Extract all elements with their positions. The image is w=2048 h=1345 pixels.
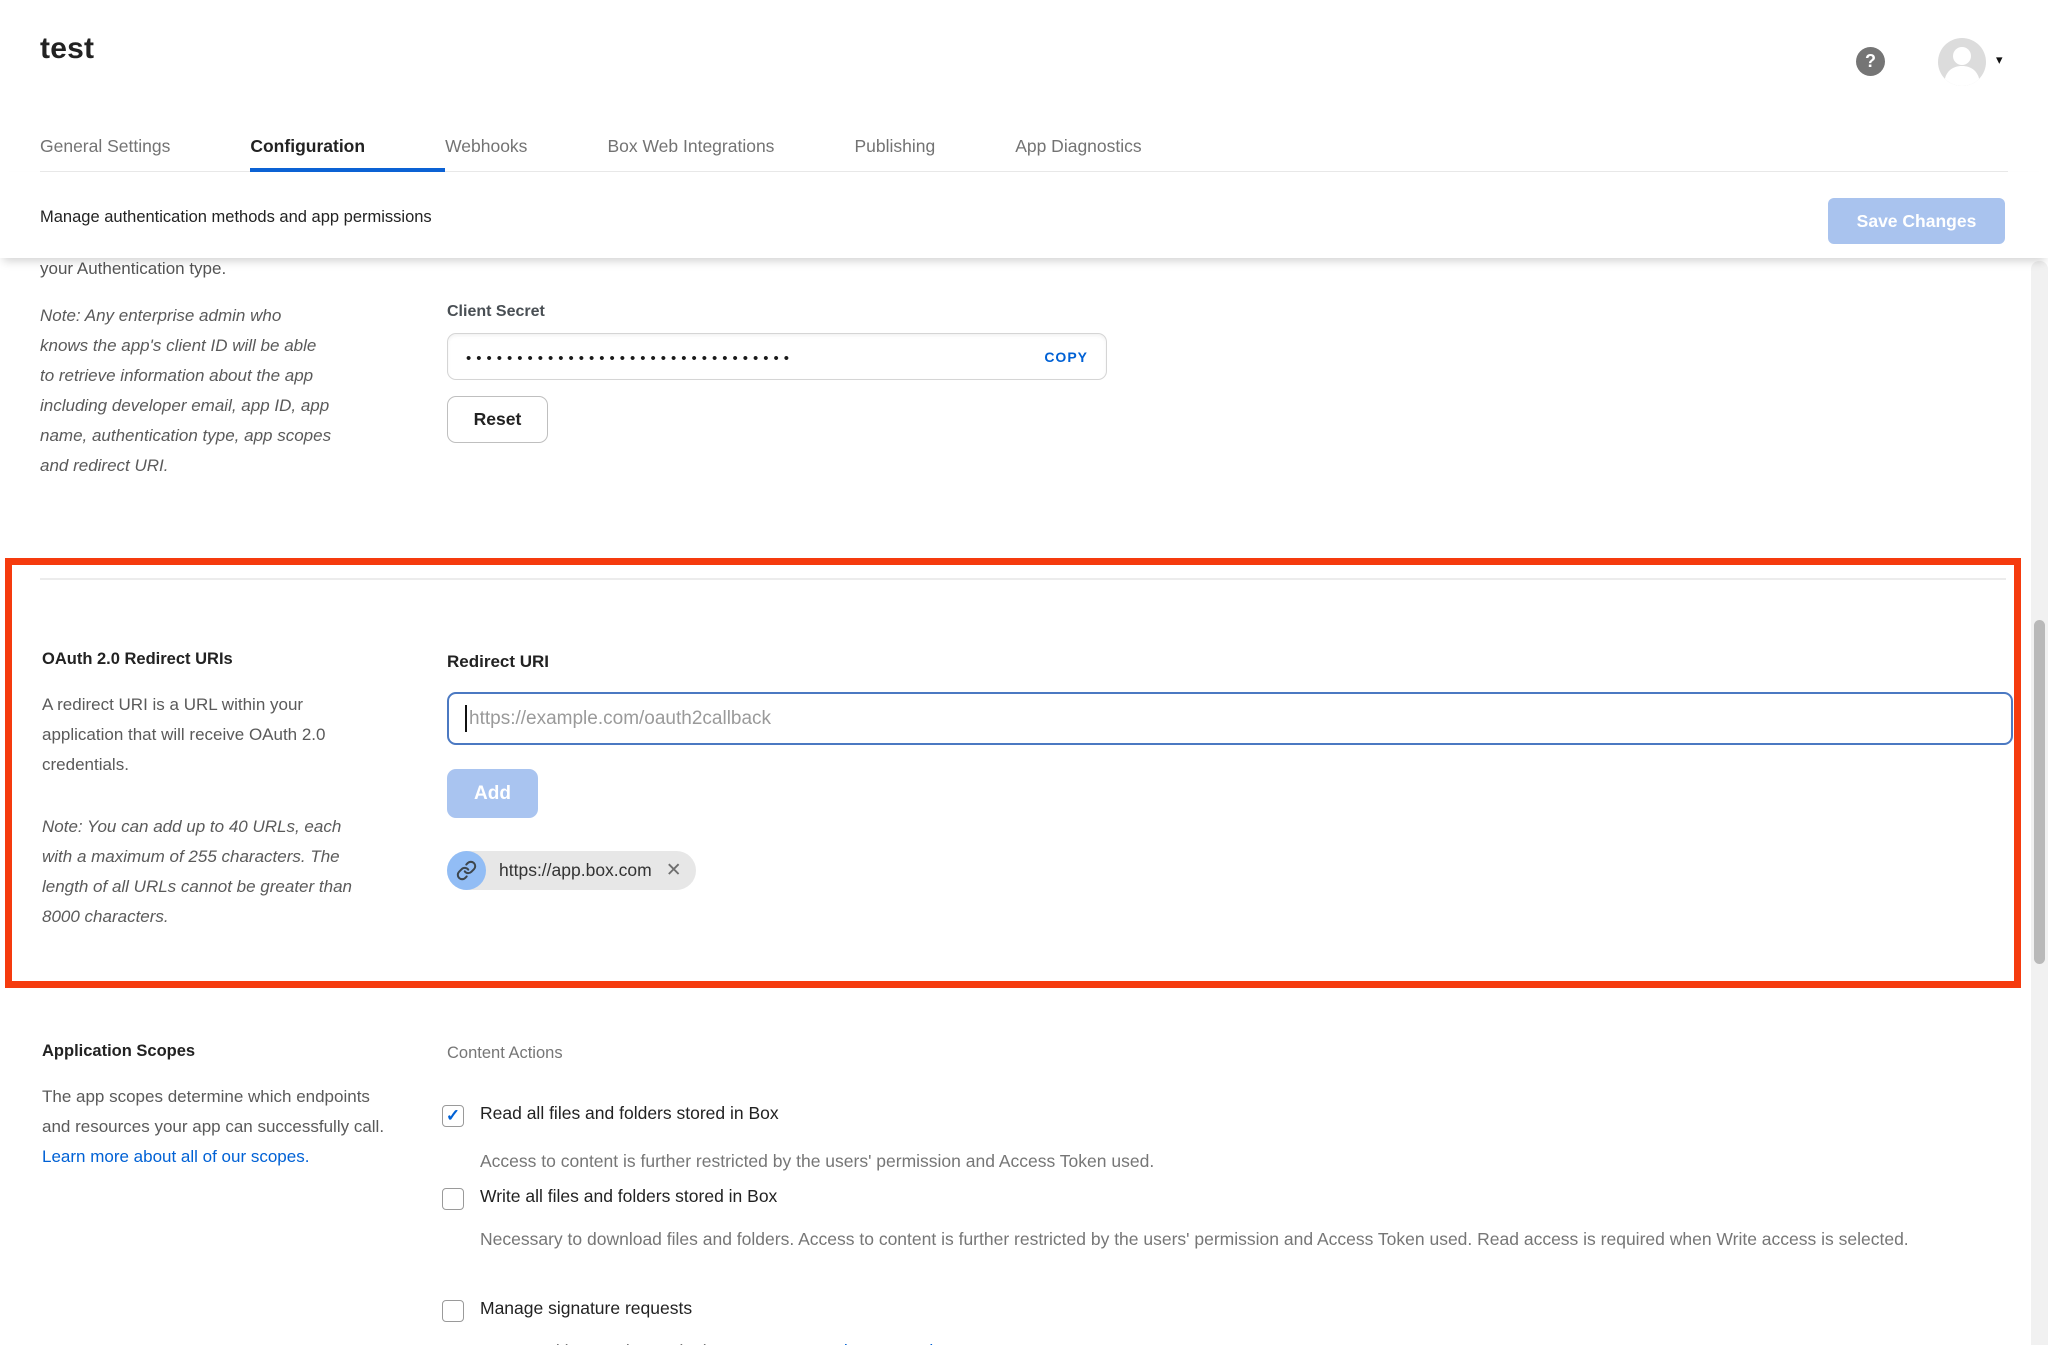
tab-box-web-integrations[interactable]: Box Web Integrations [607, 128, 854, 171]
link-icon [447, 851, 486, 890]
auth-truncated-text: your Authentication type. [40, 259, 226, 279]
read-files-checkbox[interactable]: ✓ [442, 1105, 464, 1127]
redirect-uri-label: Redirect URI [447, 652, 549, 672]
client-secret-label: Client Secret [447, 303, 545, 321]
help-icon[interactable]: ? [1856, 47, 1885, 76]
tab-webhooks[interactable]: Webhooks [445, 128, 607, 171]
chip-url-text: https://app.box.com [499, 860, 652, 881]
write-files-checkbox[interactable] [442, 1188, 464, 1210]
scrollbar-track[interactable] [2031, 261, 2048, 1345]
reset-secret-button[interactable]: Reset [447, 396, 548, 443]
tab-app-diagnostics[interactable]: App Diagnostics [1015, 128, 1221, 171]
section-divider [40, 578, 2006, 580]
section-toolbar: Manage authentication methods and app pe… [0, 172, 2048, 258]
scope-label: Read all files and folders stored in Box [480, 1103, 779, 1124]
scope-description-text: Interact with Box Sign endpoints. [480, 1341, 740, 1345]
redirect-uri-chip: https://app.box.com ✕ [447, 851, 696, 890]
oauth-section-description: A redirect URI is a URL within your appl… [42, 690, 354, 780]
tab-configuration[interactable]: Configuration [250, 128, 445, 171]
scope-description: Access to content is further restricted … [480, 1147, 2008, 1176]
oauth-section-note: Note: You can add up to 40 URLs, each wi… [42, 812, 358, 932]
account-menu-caret-icon[interactable]: ▾ [1996, 52, 2003, 68]
scopes-description: The app scopes determine which endpoints… [42, 1082, 394, 1172]
tab-general-settings[interactable]: General Settings [40, 128, 250, 171]
oauth-section-heading: OAuth 2.0 Redirect URIs [42, 650, 233, 669]
text-cursor [465, 705, 467, 732]
scope-label: Manage signature requests [480, 1298, 692, 1319]
tab-publishing[interactable]: Publishing [854, 128, 1015, 171]
manage-signature-checkbox[interactable] [442, 1300, 464, 1322]
client-secret-field[interactable]: •••••••••••••••••••••••••••••••• COPY [447, 333, 1107, 380]
auth-note: Note: Any enterprise admin who knows the… [40, 301, 332, 481]
scope-description: Necessary to download files and folders.… [480, 1225, 2008, 1254]
scrollbar-thumb[interactable] [2034, 620, 2045, 964]
add-uri-button[interactable]: Add [447, 769, 538, 818]
avatar[interactable] [1938, 38, 1986, 86]
save-changes-button[interactable]: Save Changes [1828, 198, 2005, 244]
redirect-uri-input[interactable] [447, 692, 2013, 745]
redirect-uri-input-wrap [447, 692, 2013, 745]
remove-uri-icon[interactable]: ✕ [666, 861, 682, 880]
scopes-learn-more-link[interactable]: Learn more about all of our scopes. [42, 1147, 309, 1166]
scope-label: Write all files and folders stored in Bo… [480, 1186, 777, 1207]
app-config-page: test ? ▾ General Settings Configuration … [0, 0, 2048, 1345]
copy-secret-button[interactable]: COPY [1044, 349, 1088, 365]
person-icon [1938, 38, 1986, 86]
box-sign-learn-more-link[interactable]: Learn more about Box Sign APIs. [740, 1341, 999, 1345]
scopes-description-text: The app scopes determine which endpoints… [42, 1087, 384, 1136]
tab-bar: General Settings Configuration Webhooks … [40, 128, 2008, 172]
section-subtitle: Manage authentication methods and app pe… [40, 208, 432, 227]
content-actions-label: Content Actions [447, 1044, 563, 1063]
scope-description: Interact with Box Sign endpoints. Learn … [480, 1337, 2008, 1345]
page-title: test [40, 32, 94, 66]
client-secret-masked-value: •••••••••••••••••••••••••••••••• [466, 347, 1044, 366]
scopes-heading: Application Scopes [42, 1042, 195, 1061]
